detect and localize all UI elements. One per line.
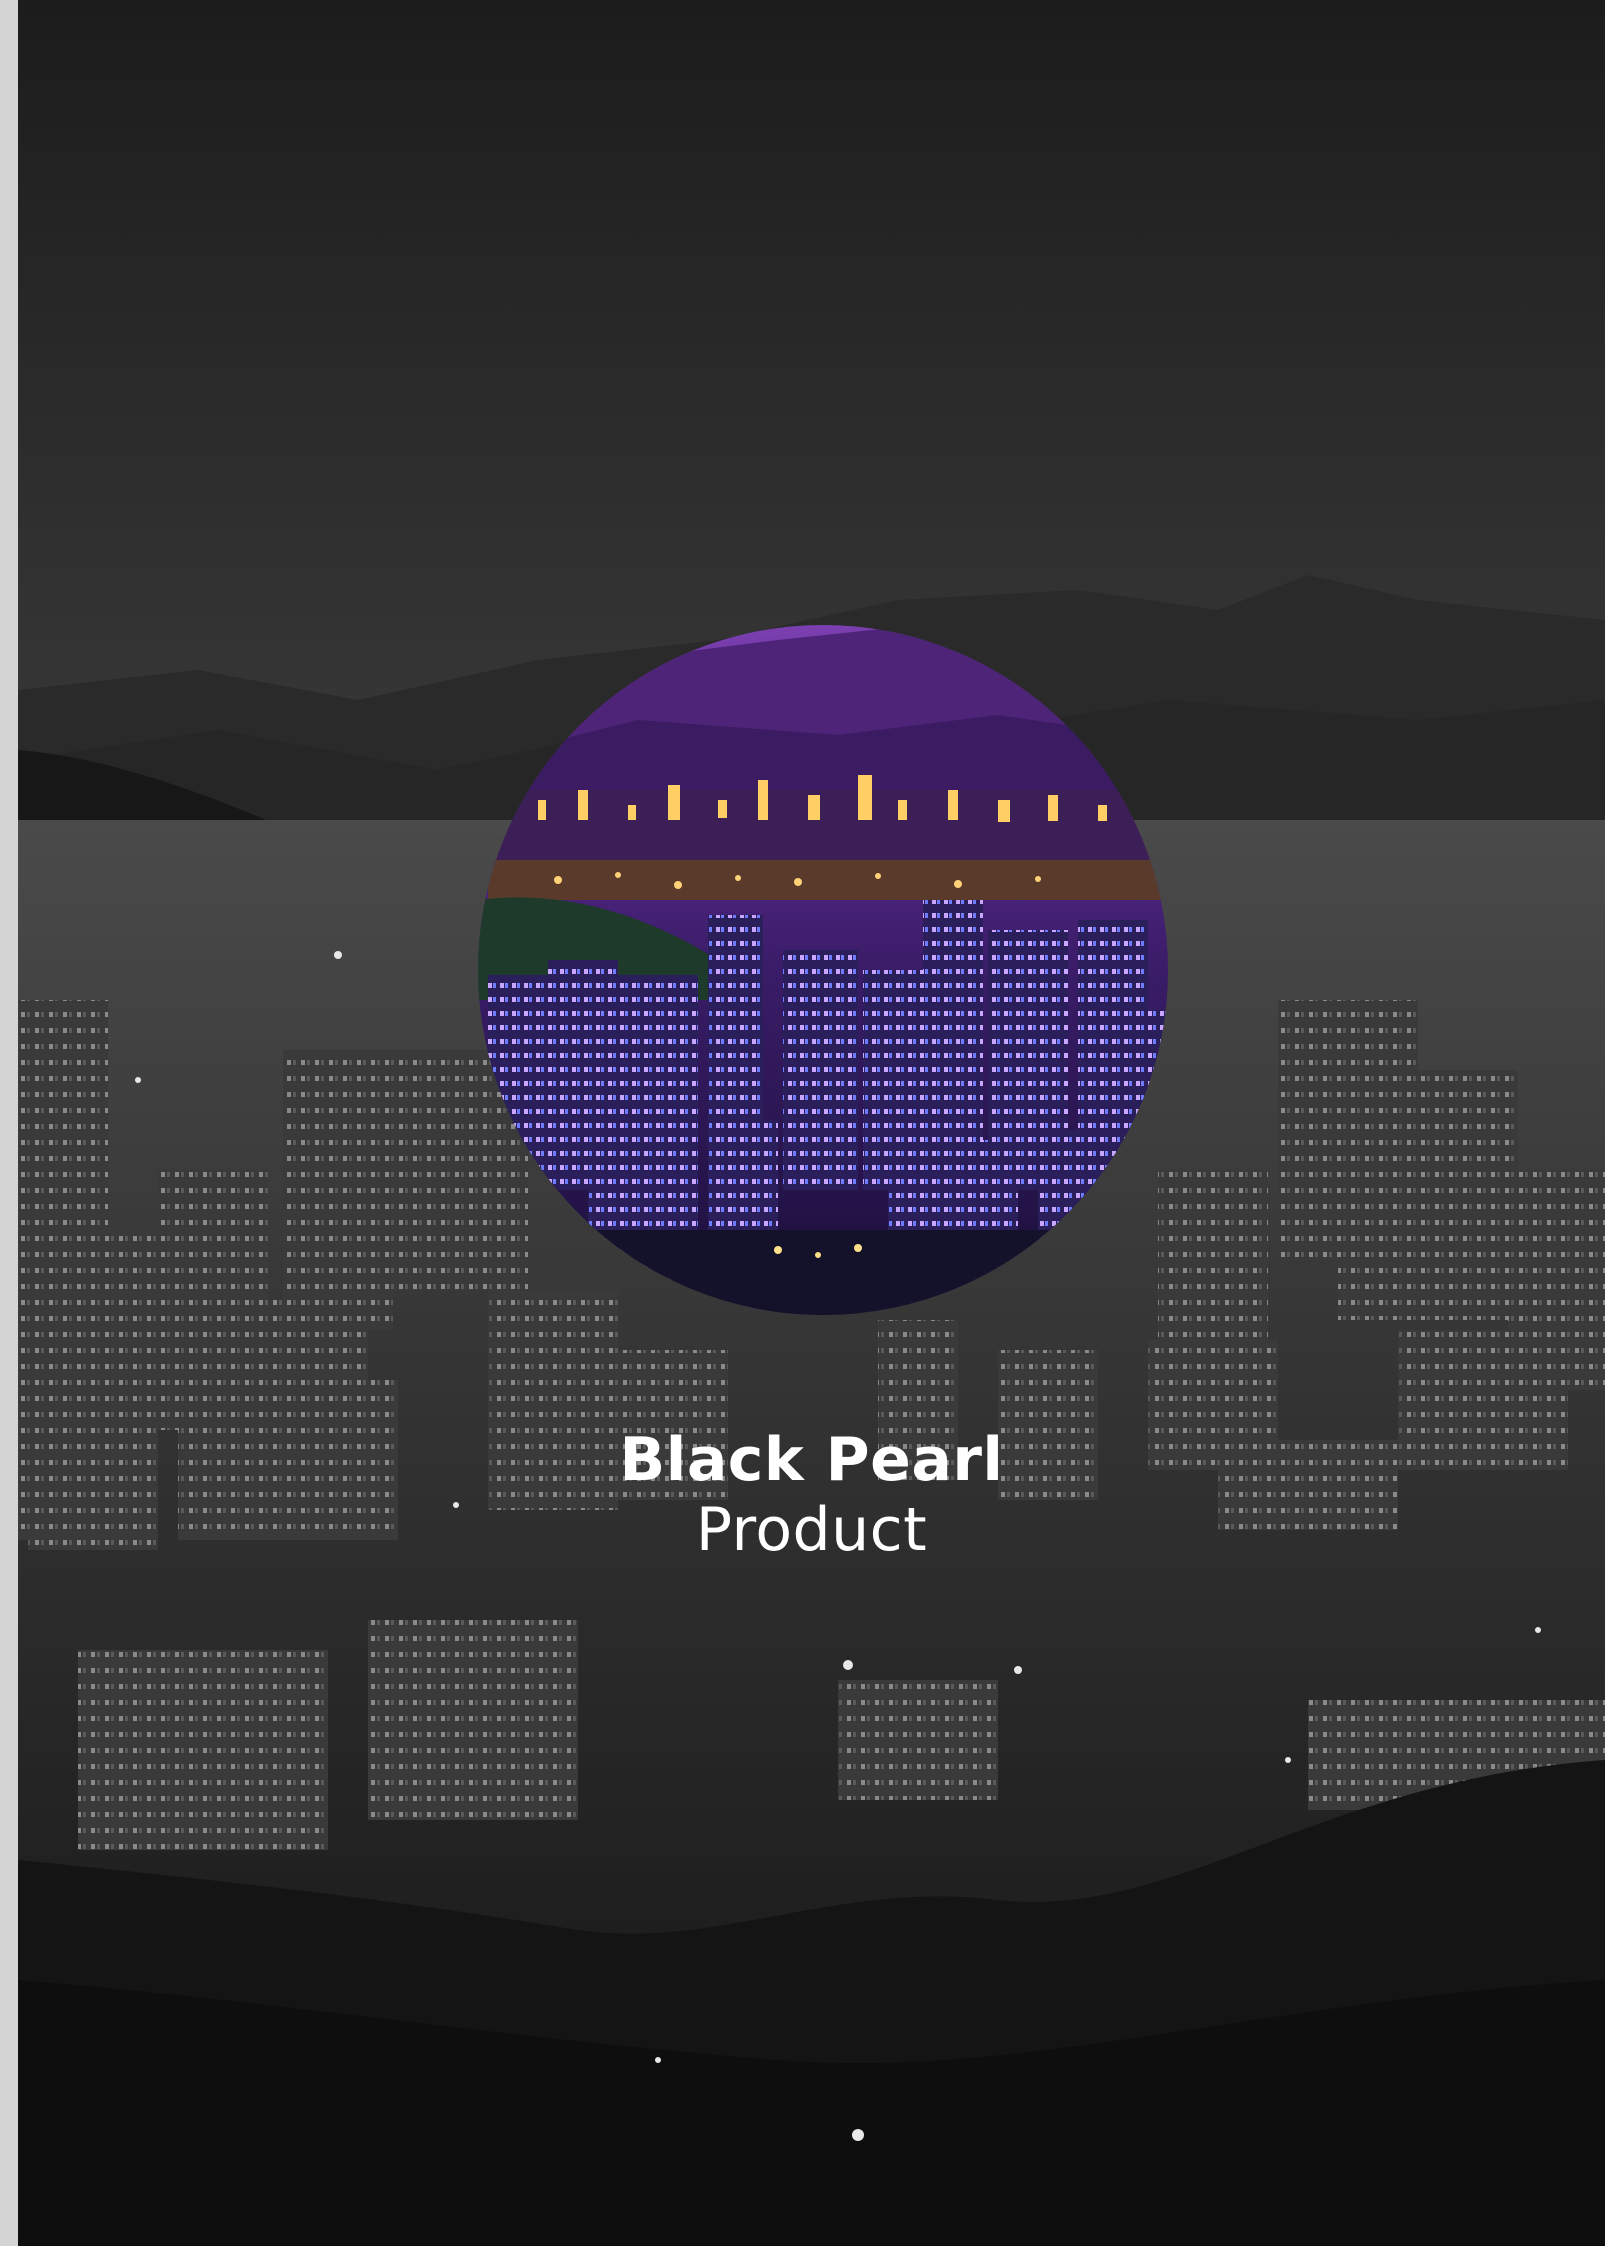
cover-subtitle: Product xyxy=(695,1495,928,1565)
cover-title: Black Pearl xyxy=(619,1425,1004,1495)
page-edge-strip xyxy=(0,0,18,2246)
cover-page: Black Pearl Product xyxy=(18,0,1605,2246)
cover-title-block: Black Pearl Product xyxy=(18,1425,1605,1565)
city-night-photo xyxy=(18,0,1605,2246)
